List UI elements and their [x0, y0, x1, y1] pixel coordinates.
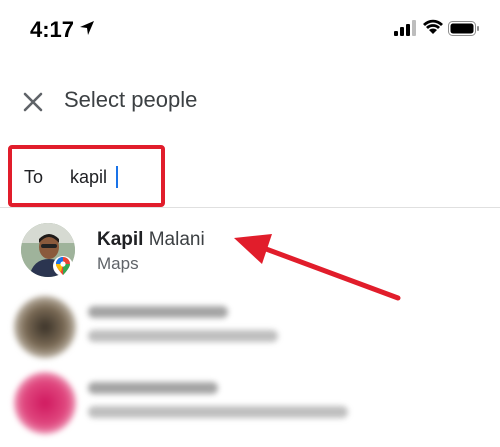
google-maps-pin-icon [53, 256, 73, 276]
redacted-name [88, 382, 218, 394]
status-time: 4:17 [30, 17, 75, 42]
header: Select people [0, 75, 500, 129]
avatar [14, 296, 76, 358]
redacted-name [88, 306, 228, 318]
recipient-search-input[interactable] [70, 165, 150, 189]
status-bar: 4:17 [0, 0, 500, 62]
list-item[interactable] [0, 296, 500, 366]
wifi-icon [423, 19, 443, 34]
avatar [14, 372, 76, 434]
battery-icon [448, 21, 479, 36]
contact-source: Maps [97, 254, 139, 273]
contact-name-match: Kapil [97, 229, 144, 250]
location-arrow-icon [80, 21, 94, 35]
redacted-subtitle [88, 330, 278, 342]
to-label: To [24, 167, 44, 187]
contact-name-rest: Malani [143, 229, 205, 250]
divider [0, 207, 500, 208]
list-item[interactable] [0, 372, 500, 442]
contact-name: Kapil Malani [97, 229, 205, 251]
page-title: Select people [64, 87, 198, 112]
close-icon [23, 92, 43, 112]
redacted-subtitle [88, 406, 348, 418]
to-field[interactable]: To [8, 145, 165, 207]
text-caret [116, 166, 118, 188]
close-button[interactable] [16, 85, 50, 119]
cellular-signal-icon [394, 20, 416, 36]
